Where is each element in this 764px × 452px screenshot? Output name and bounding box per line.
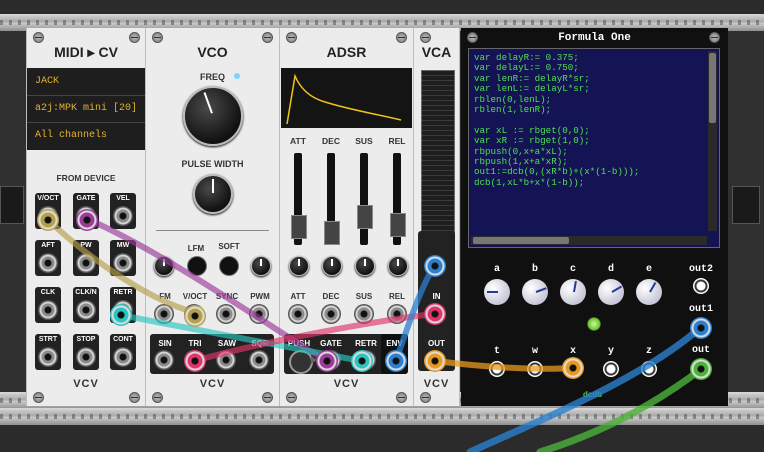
plug-vco-voct[interactable] (184, 305, 206, 327)
plug-vca-cv[interactable] (424, 255, 446, 277)
patch-cables (43, 215, 704, 452)
plug-adsr-retr[interactable] (351, 350, 373, 372)
plug-vca-in[interactable] (424, 303, 446, 325)
plug-midi-voct[interactable] (37, 209, 59, 231)
plug-vco-tri[interactable] (184, 350, 206, 372)
plug-midi-retr[interactable] (110, 304, 132, 326)
plug-f1-x[interactable] (562, 357, 584, 379)
plug-midi-gate[interactable] (76, 209, 98, 231)
plug-adsr-env[interactable] (385, 350, 407, 372)
plug-f1-out1[interactable] (690, 317, 712, 339)
plug-f1-out[interactable] (690, 358, 712, 380)
cable-orange (433, 358, 575, 372)
plug-vca-out[interactable] (424, 350, 446, 372)
plug-adsr-gate[interactable] (316, 350, 338, 372)
